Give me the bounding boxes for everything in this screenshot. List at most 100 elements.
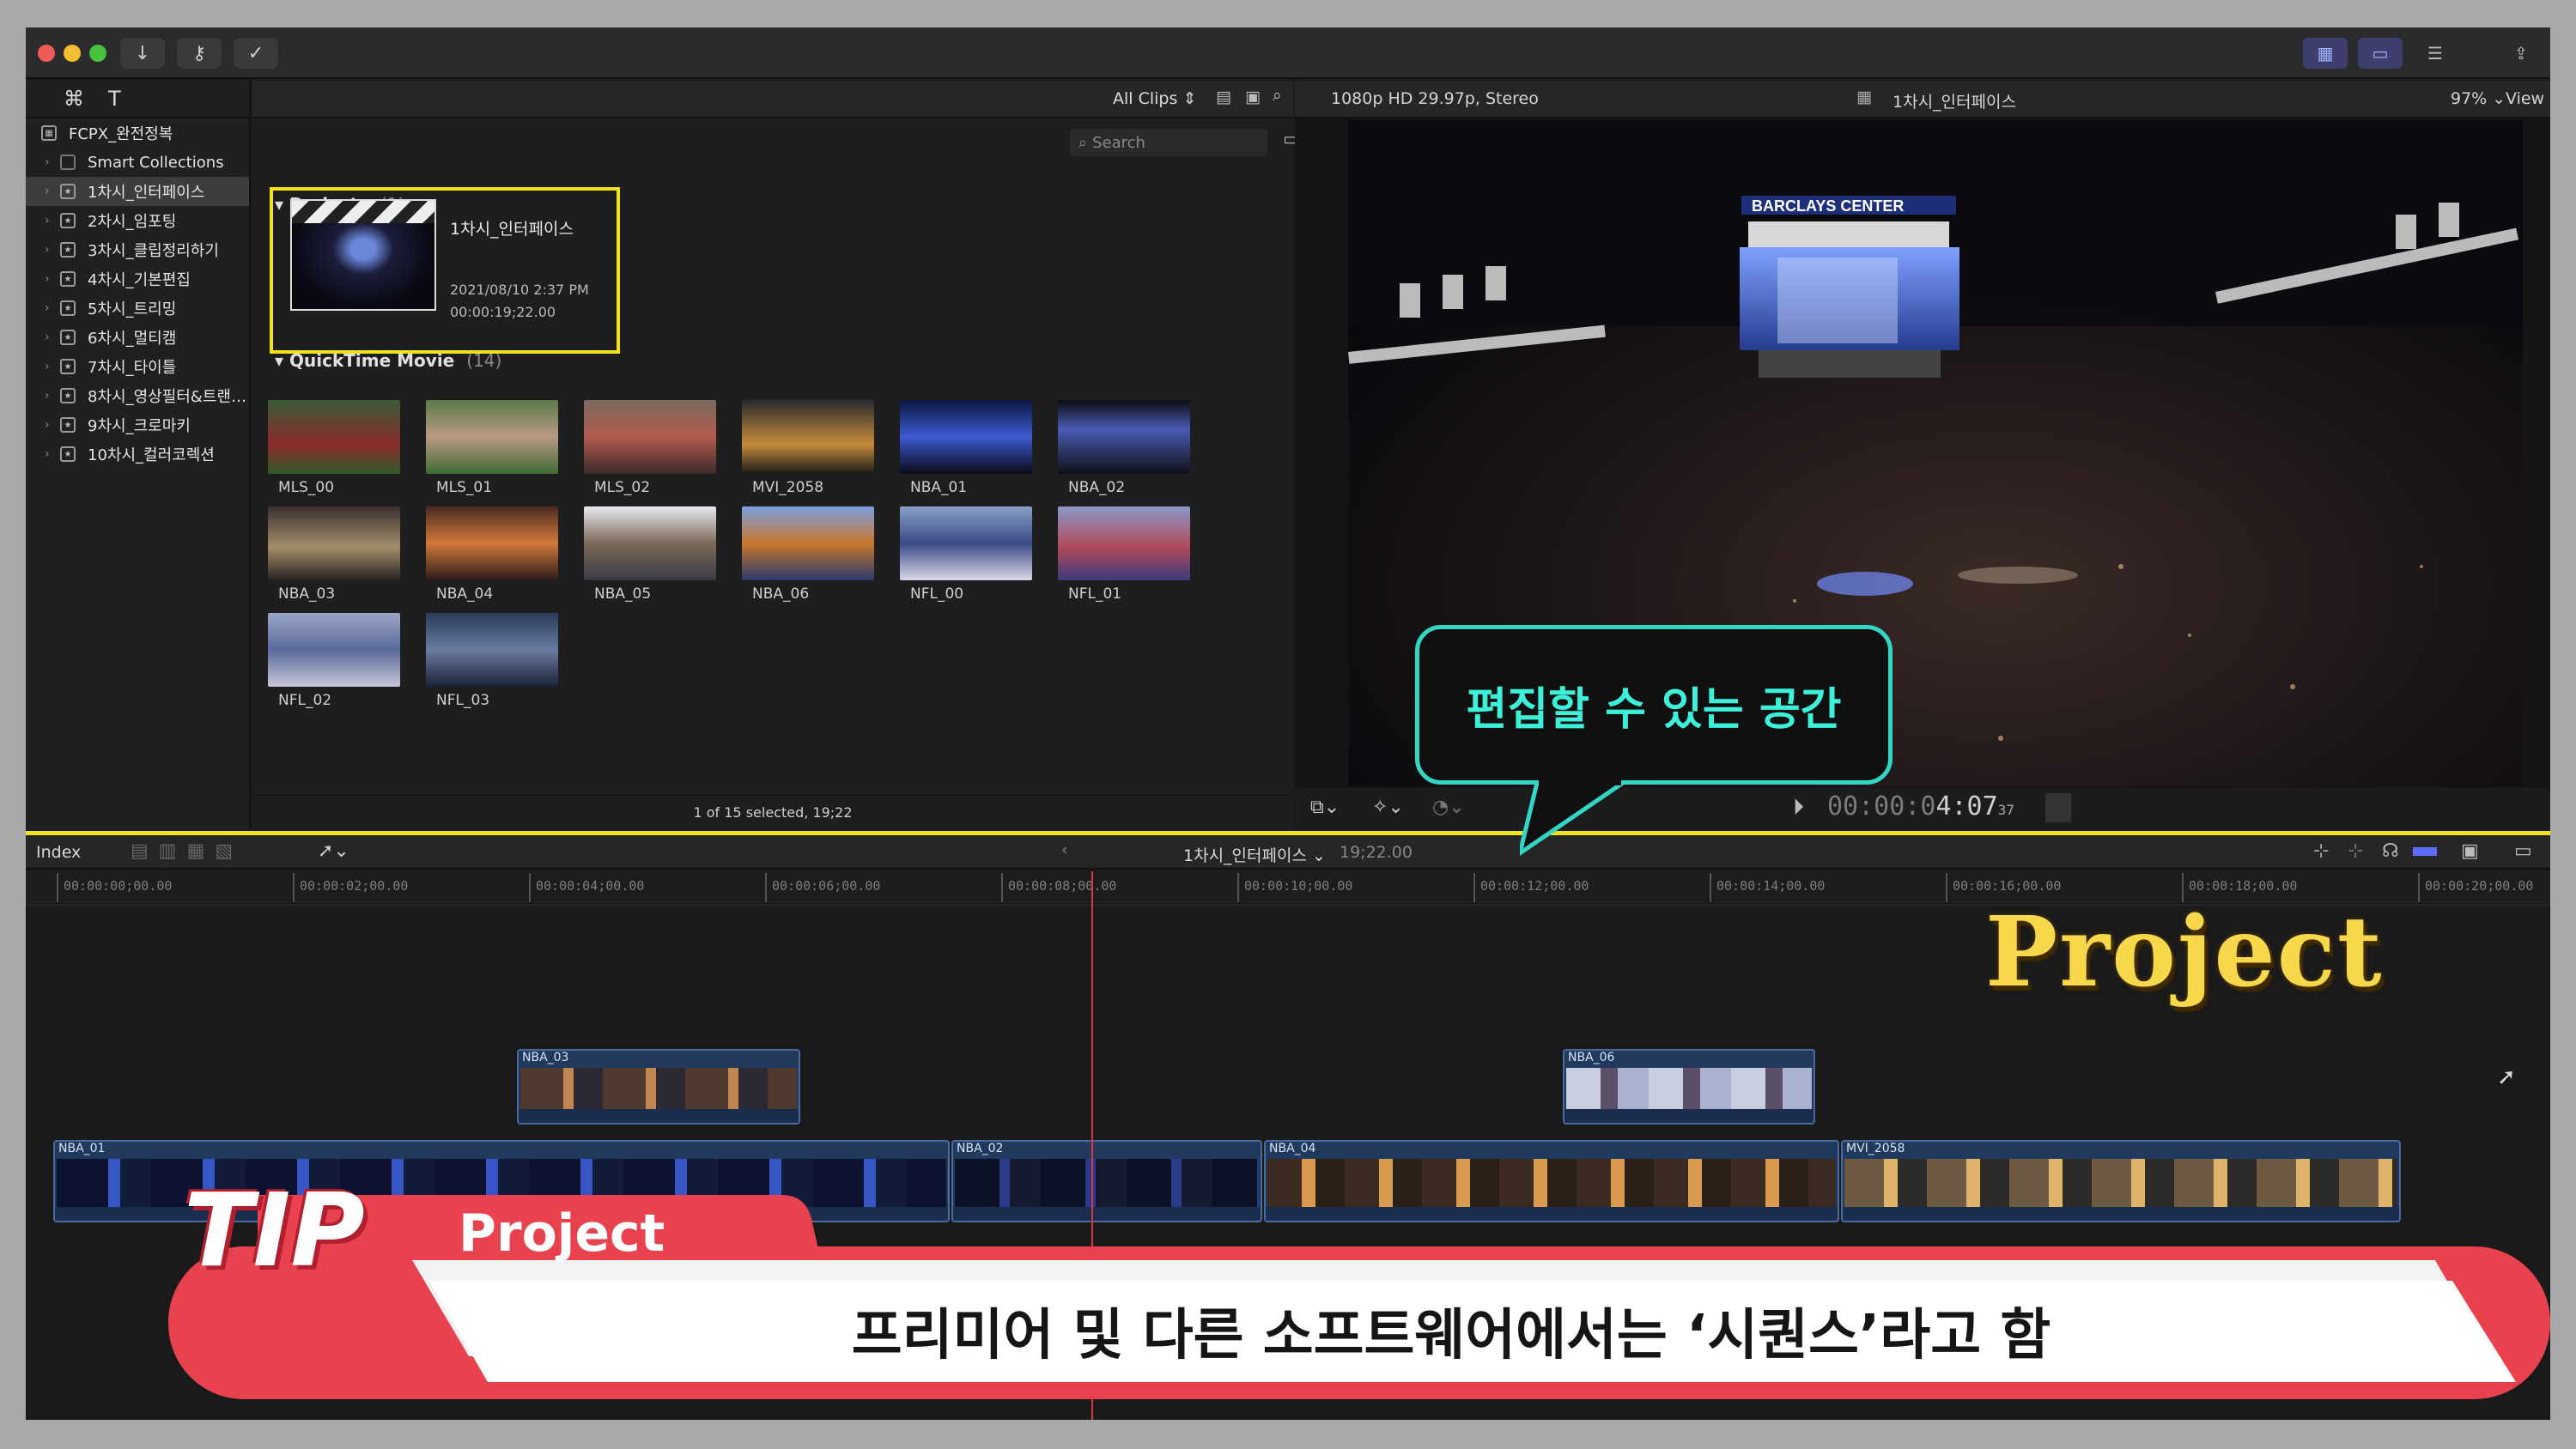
- headphones-icon[interactable]: ☊: [2382, 840, 2399, 862]
- clip-label: MLS_00: [278, 479, 335, 496]
- layout-browser-button[interactable]: ▦: [2303, 38, 2348, 69]
- zoom-window-button[interactable]: [89, 45, 106, 62]
- search-toggle-icon[interactable]: ⌕: [1273, 86, 1282, 105]
- sidebar-event-item[interactable]: › ★ 10차시_컬러코렉션: [26, 440, 249, 469]
- search-placeholder: Search: [1092, 133, 1145, 152]
- clip-label: NBA_06: [752, 585, 810, 603]
- keywords-button[interactable]: ⚷: [177, 38, 222, 69]
- clip-thumbnail[interactable]: [426, 400, 558, 474]
- smart-collections-row[interactable]: › Smart Collections: [26, 148, 249, 177]
- layout-timeline-button[interactable]: ▭: [2358, 38, 2403, 69]
- clip-thumbnail[interactable]: [268, 400, 400, 474]
- sidebar-event-item[interactable]: › ★ 9차시_크로마키: [26, 410, 249, 440]
- background-tasks-button[interactable]: ✓: [234, 38, 278, 69]
- close-window-button[interactable]: [38, 45, 55, 62]
- disclosure-icon[interactable]: ›: [45, 185, 50, 198]
- play-icon[interactable]: ⏵: [1793, 795, 1804, 822]
- disclosure-icon[interactable]: ›: [45, 155, 50, 169]
- import-button[interactable]: ↓: [120, 38, 165, 69]
- zoom-dropdown[interactable]: 97% ⌄: [2451, 89, 2506, 108]
- transform-icon[interactable]: ⧉⌄: [1310, 797, 1340, 818]
- event-star-icon: ★: [60, 388, 76, 403]
- clip-thumbnail[interactable]: [742, 506, 874, 580]
- ruler-label: 00:00:04;00.00: [536, 878, 645, 894]
- grid-icon: ▦: [2317, 43, 2334, 64]
- skimming-icon[interactable]: ⊹: [2313, 840, 2329, 862]
- sidebar-event-item[interactable]: › ★ 4차시_기본편집: [26, 264, 249, 294]
- viewer-timecode: 00:00:04:0737: [1827, 791, 2014, 822]
- index-button[interactable]: Index: [36, 843, 81, 862]
- clip-thumbnail[interactable]: [268, 506, 400, 580]
- clip-thumbnail[interactable]: [900, 400, 1032, 474]
- library-row[interactable]: ▦ FCPX_완전정복: [26, 118, 249, 148]
- project-overlay-title: Project: [1985, 896, 2384, 1009]
- clip-thumbnail[interactable]: [900, 506, 1032, 580]
- disclosure-icon[interactable]: ›: [45, 243, 50, 257]
- titles-generators-icon[interactable]: T: [108, 87, 121, 111]
- ruler-label: 00:00:18;00.00: [2189, 878, 2298, 894]
- inspector-button[interactable]: ☰: [2413, 38, 2458, 69]
- clip-thumbnail[interactable]: [268, 613, 400, 687]
- view-menu[interactable]: View: [2506, 89, 2544, 108]
- minimize-window-button[interactable]: [64, 45, 81, 62]
- quicktime-section-header[interactable]: ▾ QuickTime Movie (14): [275, 350, 501, 371]
- audio-meter: [2045, 793, 2071, 822]
- event-list: › ★ 1차시_인터페이스 › ★ 2차시_임포팅 › ★ 3차시_클립정리하기 › ★ 4차시_기본…: [26, 177, 249, 469]
- clip-thumbnail[interactable]: [1058, 400, 1190, 474]
- sidebar-event-item[interactable]: › ★ 5차시_트리밍: [26, 294, 249, 323]
- select-tool-icon[interactable]: ➚⌄: [318, 840, 349, 862]
- share-button[interactable]: ⇪: [2499, 38, 2543, 69]
- clip-thumbnail[interactable]: [584, 400, 716, 474]
- connected-clip[interactable]: NBA_03: [517, 1049, 800, 1125]
- disclosure-icon[interactable]: ›: [45, 214, 50, 227]
- sidebar-event-item[interactable]: › ★ 3차시_클립정리하기: [26, 235, 249, 264]
- title-bar: ↓ ⚷ ✓ ▦ ▭ ☰ ⇪: [26, 27, 2550, 79]
- back-arrow-icon[interactable]: ‹: [1061, 840, 1068, 859]
- search-input[interactable]: ⌕ Search: [1070, 129, 1267, 156]
- clip-appearance-icon[interactable]: ▤: [1216, 88, 1231, 106]
- browser-status: 1 of 15 selected, 19;22: [252, 795, 1293, 829]
- timeline-project-dropdown[interactable]: 1차시_인터페이스 ⌄: [1183, 843, 1326, 866]
- sidebar-event-item[interactable]: › ★ 2차시_임포팅: [26, 206, 249, 235]
- sidebar-event-item[interactable]: › ★ 1차시_인터페이스: [26, 177, 249, 206]
- disclosure-icon[interactable]: ›: [45, 418, 50, 432]
- sidebar-event-item[interactable]: › ★ 6차시_멀티캠: [26, 323, 249, 352]
- clip-thumbnail[interactable]: [1058, 506, 1190, 580]
- event-star-icon: ★: [60, 271, 76, 287]
- effects-browser-icon[interactable]: ▭: [2514, 840, 2532, 862]
- disclosure-icon[interactable]: ›: [45, 360, 50, 373]
- photos-audio-icon[interactable]: ⌘: [64, 87, 84, 111]
- clip-thumbnail[interactable]: [584, 506, 716, 580]
- solo-icon[interactable]: [2413, 847, 2437, 856]
- zoom-value: 97%: [2451, 89, 2488, 108]
- clip-thumbnail[interactable]: [742, 400, 874, 474]
- audio-skimming-icon[interactable]: ⊹: [2348, 840, 2363, 862]
- clip-appearance-icon[interactable]: ▣: [2461, 840, 2479, 862]
- annotation-bubble: 편집할 수 있는 공간: [1415, 625, 1893, 785]
- timeline-duration: 19;22.00: [1340, 843, 1413, 862]
- download-icon: ↓: [134, 42, 151, 64]
- ruler-label: 00:00:06;00.00: [772, 878, 881, 894]
- disclosure-icon[interactable]: ›: [45, 330, 50, 344]
- clip-name: NBA_06: [1568, 1051, 1615, 1064]
- filmstrip-icon[interactable]: ▣: [1245, 88, 1261, 106]
- enhance-icon[interactable]: ✧⌄: [1372, 797, 1404, 818]
- sidebar-event-item[interactable]: › ★ 7차시_타이틀: [26, 352, 249, 381]
- audio-waveform: [1564, 1109, 1814, 1123]
- sidebar-event-label: 1차시_인터페이스: [88, 184, 205, 202]
- disclosure-icon[interactable]: ›: [45, 447, 50, 461]
- retime-icon[interactable]: ◔⌄: [1432, 797, 1465, 818]
- clip-thumbnail[interactable]: [426, 613, 558, 687]
- project-card[interactable]: 1차시_인터페이스 2021/08/10 2:37 PM 00:00:19;22…: [270, 187, 620, 354]
- connected-clip[interactable]: NBA_06: [1563, 1049, 1815, 1125]
- disclosure-icon[interactable]: ›: [45, 301, 50, 315]
- clip-thumbnail[interactable]: [426, 506, 558, 580]
- sliders-icon: ☰: [2427, 43, 2443, 64]
- sidebar-event-item[interactable]: › ★ 8차시_영상필터&트랜…: [26, 381, 249, 410]
- disclosure-icon[interactable]: ›: [45, 389, 50, 403]
- disclosure-icon[interactable]: ›: [45, 272, 50, 286]
- timeline-project-name: 1차시_인터페이스: [1183, 846, 1307, 865]
- clip-filter-dropdown[interactable]: All Clips ⇕: [1113, 89, 1196, 108]
- edit-buttons-icons[interactable]: ▤▥▦▧: [131, 840, 243, 862]
- clip-name: NBA_03: [522, 1051, 569, 1064]
